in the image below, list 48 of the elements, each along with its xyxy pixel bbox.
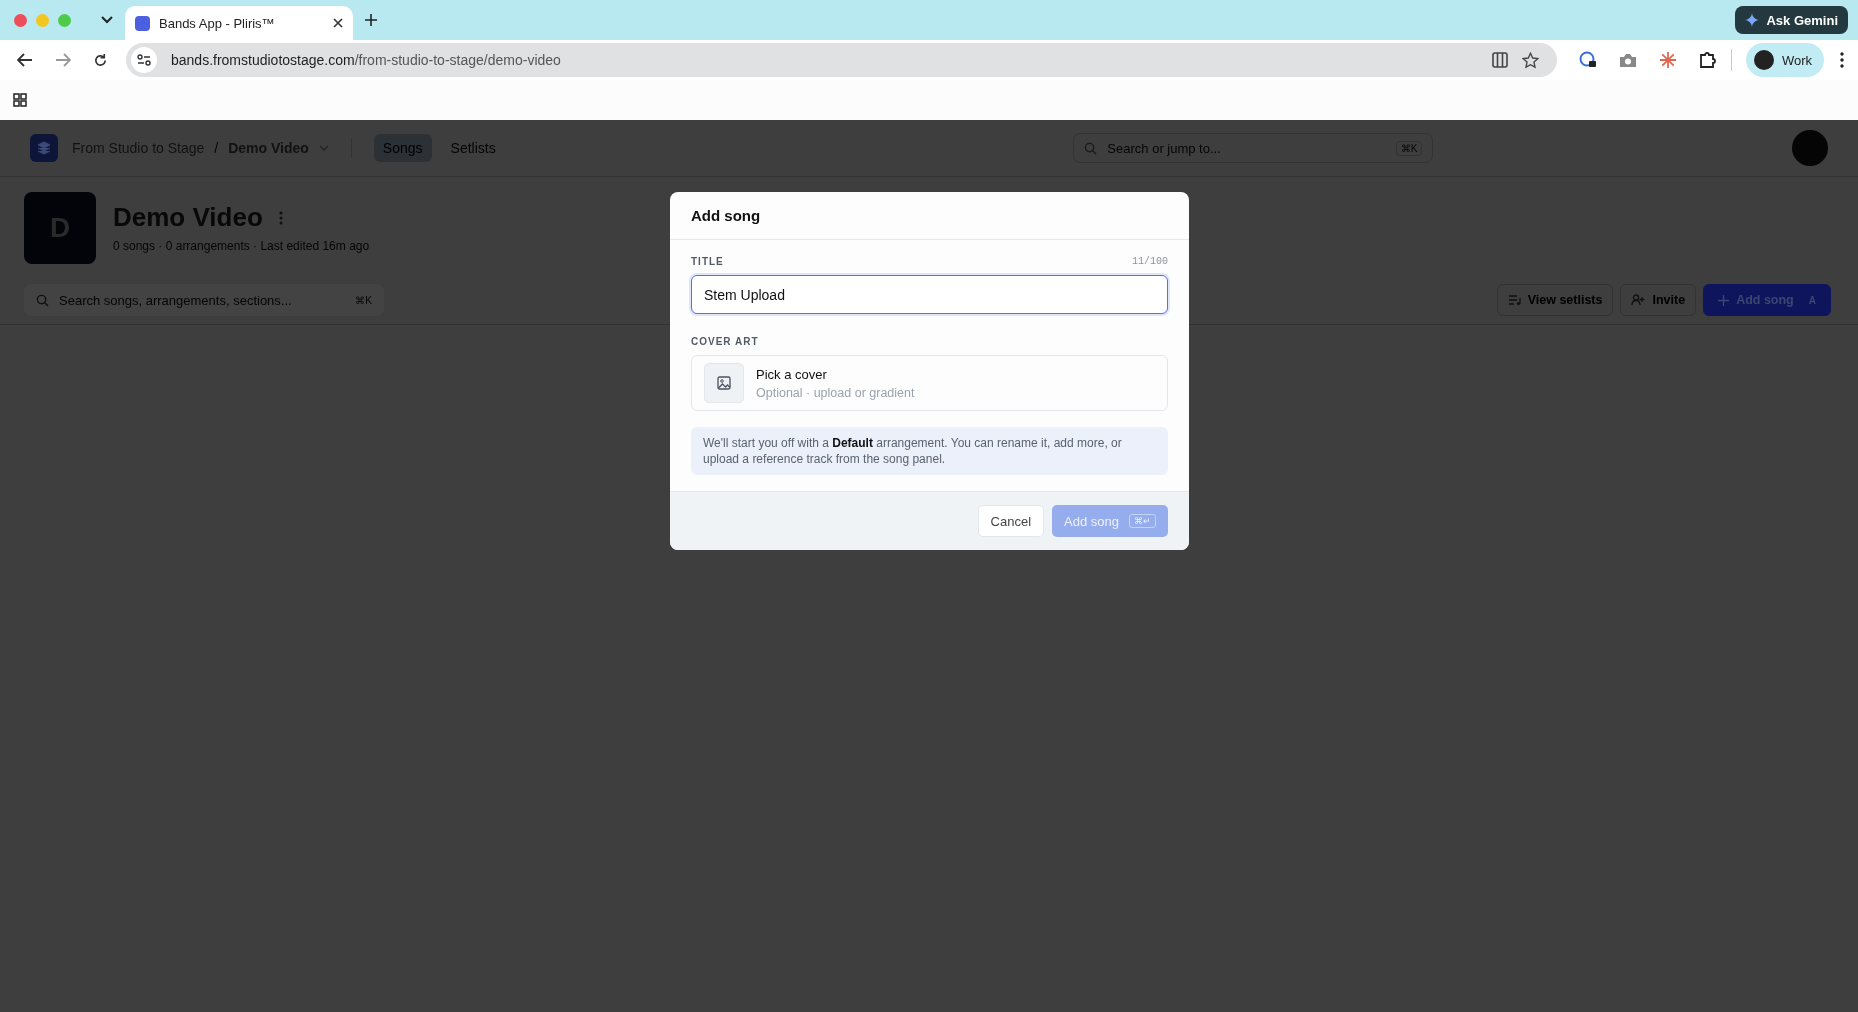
- invite-button[interactable]: Invite: [1620, 284, 1697, 316]
- site-settings-icon[interactable]: [131, 47, 157, 73]
- cancel-button[interactable]: Cancel: [977, 505, 1045, 537]
- nav-tab[interactable]: Setlists: [441, 134, 505, 162]
- field-label: TITLE: [691, 256, 724, 267]
- plus-icon: [1718, 294, 1730, 306]
- dialog-title: Add song: [691, 207, 761, 224]
- image-icon: [704, 363, 744, 403]
- add-user-icon: [1631, 294, 1646, 306]
- shortcut-hint: ⌘K: [355, 294, 372, 306]
- sunburst-icon[interactable]: [1658, 51, 1677, 69]
- view-setlists-button[interactable]: View setlists: [1496, 284, 1614, 316]
- cover-title: Pick a cover: [756, 366, 828, 382]
- tab-list-icon[interactable]: [101, 16, 113, 24]
- close-icon[interactable]: [333, 18, 343, 28]
- global-search-input[interactable]: Search or jump to...: [1105, 139, 1388, 157]
- profile-button[interactable]: Work: [1745, 43, 1824, 77]
- info-note: We'll start you off with a Default arrangement. You can rename it, add more, or upload a reference track from the song panel.: [691, 427, 1168, 475]
- window-close-button[interactable]: [14, 13, 27, 27]
- song-search-field[interactable]: Search songs, arrangements, sections... ⌘K: [24, 284, 384, 316]
- app-logo-icon: [135, 15, 150, 31]
- url-text: bands.fromstudiotostage.com/from-studio-to-stage/demo-video: [171, 52, 561, 68]
- breadcrumb-separator: /: [214, 140, 219, 156]
- browser-tab[interactable]: Bands App - Pliris™: [125, 6, 353, 40]
- tab-title: Bands App - Pliris™: [159, 15, 276, 31]
- playlist-icon: [1507, 294, 1521, 306]
- puzzle-icon[interactable]: [1698, 51, 1717, 69]
- password-lock-icon[interactable]: [1578, 51, 1597, 69]
- new-tab-icon[interactable]: [365, 14, 377, 26]
- back-icon[interactable]: [17, 53, 33, 67]
- apps-grid-icon[interactable]: [13, 93, 27, 107]
- search-icon: [1084, 141, 1098, 155]
- ask-gemini-button[interactable]: Ask Gemini: [1735, 6, 1848, 34]
- menu-icon[interactable]: [1840, 52, 1844, 68]
- search-icon: [36, 293, 49, 307]
- star-icon[interactable]: [1521, 51, 1539, 69]
- forward-icon[interactable]: [55, 53, 71, 67]
- field-label: COVER ART: [691, 336, 760, 347]
- cover-picker[interactable]: Pick a cover Optional · upload or gradient: [691, 355, 1168, 411]
- title-input[interactable]: Stem Upload: [691, 275, 1168, 314]
- cover-hint: Optional · upload or gradient: [756, 385, 915, 400]
- song-search-input[interactable]: Search songs, arrangements, sections...: [57, 291, 348, 309]
- reload-icon[interactable]: [93, 52, 108, 68]
- character-counter: 11/100: [1132, 256, 1168, 267]
- camera-icon[interactable]: [1618, 52, 1637, 68]
- piano-icon[interactable]: [1491, 52, 1508, 68]
- sparkle-icon: [1745, 13, 1760, 27]
- address-bar[interactable]: bands.fromstudiotostage.com/from-studio-to-stage/demo-video: [126, 43, 1557, 77]
